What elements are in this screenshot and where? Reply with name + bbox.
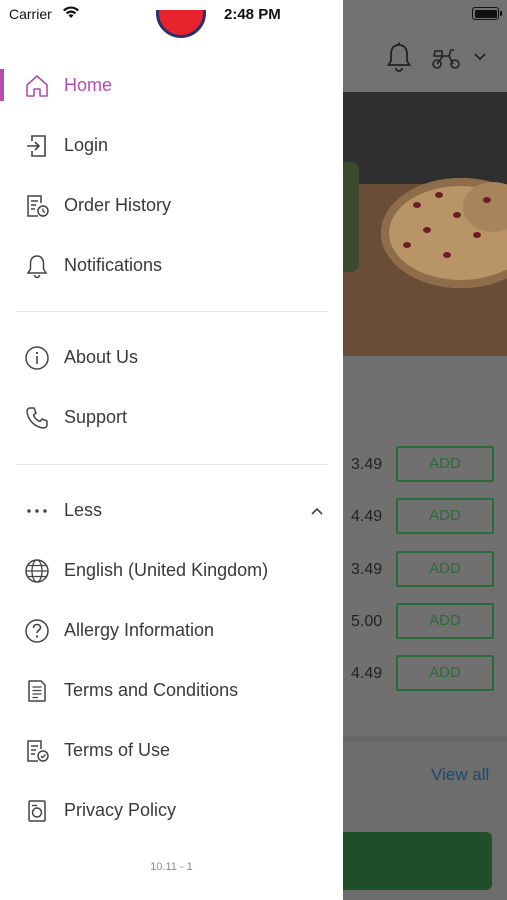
menu-item-home[interactable]: Home: [0, 60, 343, 112]
login-icon: [27, 135, 46, 157]
receipt-clock-icon: [27, 195, 49, 217]
add-button[interactable]: ADD: [396, 551, 494, 587]
add-button[interactable]: ADD: [396, 498, 494, 534]
checkout-bar-button[interactable]: [343, 832, 492, 890]
item-price: 3.49: [351, 561, 383, 578]
section-divider: [343, 736, 507, 742]
menu-item-label: English (United Kingdom): [64, 560, 269, 580]
menu-item-label: Support: [64, 407, 128, 427]
menu-item-label: Home: [64, 75, 113, 95]
carrier-label: Carrier: [9, 6, 52, 22]
info-icon: [25, 346, 49, 370]
app-version: 10.11 - 1: [150, 861, 193, 873]
side-drawer: Home Login Order History Notifications A…: [0, 0, 343, 900]
status-bar: Carrier 2:48 PM: [0, 0, 507, 28]
item-price: 3.49: [351, 456, 383, 473]
menu-item-language[interactable]: English (United Kingdom): [0, 545, 343, 597]
menu-item-label: About Us: [64, 347, 139, 367]
bell-icon[interactable]: [386, 42, 412, 74]
product-list: 3.49 ADD 4.49 ADD 3.49 ADD 5.00 ADD 4.49…: [343, 356, 507, 736]
phone-icon: [26, 407, 48, 429]
menu-item-label: Less: [64, 500, 103, 520]
main-screen-overlay[interactable]: 3.49 ADD 4.49 ADD 3.49 ADD 5.00 ADD 4.49…: [343, 0, 507, 900]
item-price: 4.49: [351, 508, 383, 525]
wifi-icon: [63, 6, 79, 18]
menu-item-label: Login: [64, 135, 109, 155]
menu-item-label: Terms of Use: [64, 740, 171, 760]
view-all-link[interactable]: View all: [431, 765, 489, 785]
menu-item-terms-of-use[interactable]: Terms of Use: [0, 725, 343, 777]
item-price: 5.00: [351, 613, 383, 630]
list-item: 3.49 ADD: [343, 446, 507, 486]
item-price: 4.49: [351, 665, 383, 682]
document-icon: [28, 680, 46, 702]
menu-item-allergy[interactable]: Allergy Information: [0, 605, 343, 657]
battery-icon: [472, 7, 502, 20]
menu-item-terms-conditions[interactable]: Terms and Conditions: [0, 665, 343, 717]
menu-item-label: Notifications: [64, 255, 163, 275]
add-button[interactable]: ADD: [396, 603, 494, 639]
list-item: 4.49 ADD: [343, 655, 507, 695]
shield-doc-icon: [28, 800, 46, 822]
clock: 2:48 PM: [224, 6, 281, 23]
bell-icon: [26, 255, 48, 279]
more-dots-icon: [27, 509, 47, 513]
list-item: 4.49 ADD: [343, 498, 507, 538]
menu-item-label: Privacy Policy: [64, 800, 177, 820]
list-item: 3.49 ADD: [343, 551, 507, 591]
home-icon: [26, 75, 48, 97]
document-check-icon: [27, 740, 49, 762]
menu-item-less[interactable]: Less: [0, 485, 343, 537]
question-icon: [25, 619, 49, 643]
chevron-down-icon[interactable]: [473, 52, 487, 62]
add-button[interactable]: ADD: [396, 655, 494, 691]
menu-item-label: Terms and Conditions: [64, 680, 239, 700]
add-button[interactable]: ADD: [396, 446, 494, 482]
list-item: 5.00 ADD: [343, 603, 507, 643]
menu-item-about-us[interactable]: About Us: [0, 332, 343, 384]
pizza-banner-image: [343, 92, 507, 356]
menu-divider: [16, 311, 328, 312]
menu-item-notifications[interactable]: Notifications: [0, 240, 343, 292]
menu-item-privacy[interactable]: Privacy Policy: [0, 785, 343, 837]
delivery-scooter-icon[interactable]: [431, 45, 461, 71]
menu-item-order-history[interactable]: Order History: [0, 180, 343, 232]
menu-divider: [16, 464, 328, 465]
menu-item-support[interactable]: Support: [0, 392, 343, 444]
menu-item-login[interactable]: Login: [0, 120, 343, 172]
globe-icon: [25, 559, 49, 583]
menu-item-label: Allergy Information: [64, 620, 215, 640]
menu-item-label: Order History: [64, 195, 172, 215]
chevron-up-icon[interactable]: [309, 505, 325, 517]
